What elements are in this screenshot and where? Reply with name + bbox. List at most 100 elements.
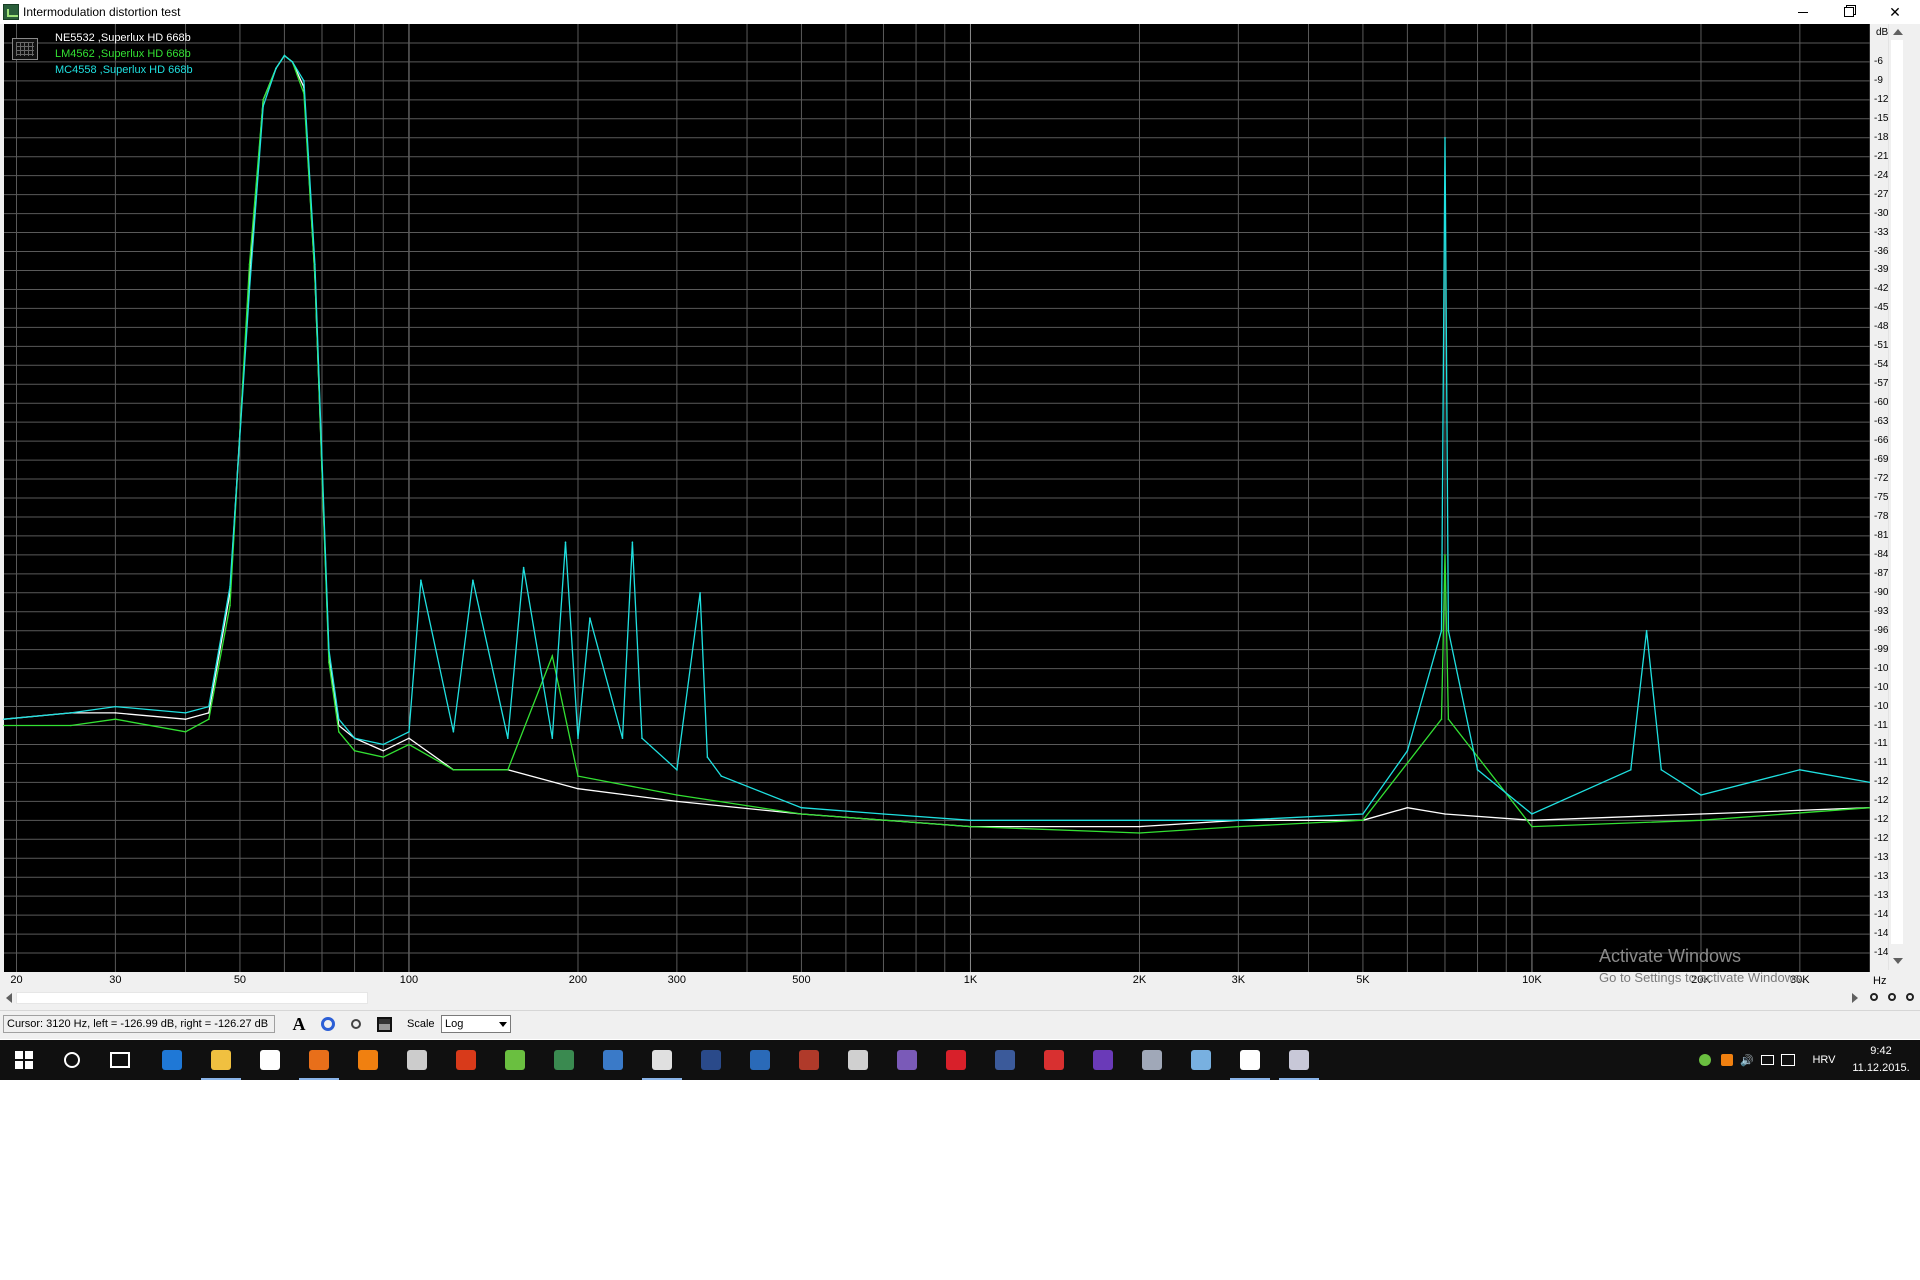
taskbar-app-app-blade[interactable] [393,1040,441,1080]
spectrum-chart[interactable] [0,24,1870,974]
taskbar-app-app-bag[interactable] [785,1040,833,1080]
series-point [621,737,624,739]
series-point [551,737,554,739]
save-icon[interactable] [372,1013,396,1035]
taskbar-app-calculator[interactable] [834,1040,882,1080]
y-tick-label: -54 [1874,359,1889,371]
legend-item-lm4562: LM4562 ,Superlux HD 668b [55,48,191,60]
y-tick-label: -12 [1874,93,1889,105]
scale-select[interactable]: Log [441,1015,511,1033]
series-point [229,585,231,588]
zoom-reset-icon[interactable] [1902,989,1918,1005]
series-point [338,718,340,720]
horizontal-scrollbar[interactable] [0,990,1864,1006]
refresh-icon[interactable] [316,1013,340,1035]
scroll-left-arrow-icon[interactable] [6,993,12,1003]
status-bar: Cursor: 3120 Hz, left = -126.99 dB, righ… [0,1010,1920,1039]
close-button[interactable]: ✕ [1872,0,1918,24]
series-point [969,819,972,822]
app-keys-icon [603,1050,623,1070]
series-point [1660,769,1663,771]
vertical-scroll-thumb[interactable] [1891,40,1903,944]
series-point [1362,819,1364,822]
y-tick-label: -66 [1874,435,1889,447]
series-point [328,661,330,664]
taskbar-app-facebook[interactable] [981,1040,1029,1080]
restore-button[interactable] [1826,0,1872,24]
y-tick-label: -9 [1874,74,1883,86]
taskbar-app-app-paper[interactable] [1177,1040,1225,1080]
x-tick-label: 3K [1231,974,1246,986]
y-tick-label: -18 [1874,131,1889,143]
series-point [720,775,723,777]
x-tick-label: 300 [667,974,687,986]
horizontal-scroll-thumb[interactable] [16,992,368,1004]
y-tick-label: -15 [1874,112,1889,124]
scroll-up-arrow-icon[interactable] [1893,29,1903,35]
series-point [291,61,294,63]
tray-vlc-icon[interactable] [1718,1040,1736,1080]
series-point [577,775,579,777]
taskbar-app-app-fox[interactable] [638,1040,686,1080]
task-view-button[interactable] [96,1040,144,1080]
y-tick-label: -39 [1874,264,1889,276]
series-point [1138,832,1141,834]
legend-grid-icon[interactable] [12,38,38,60]
tray-volume-icon[interactable]: 🔊 [1738,1040,1756,1080]
series-point [1444,137,1446,139]
search-button[interactable] [48,1040,96,1080]
taskbar-app-steam[interactable] [736,1040,784,1080]
taskbar-app-firefox[interactable] [295,1040,343,1080]
taskbar-app-file-explorer[interactable] [197,1040,245,1080]
taskbar-app-app-keys[interactable] [589,1040,637,1080]
taskbar-app-app-document[interactable] [1226,1040,1274,1080]
taskbar-app-app-red[interactable] [932,1040,980,1080]
taskbar-app-store[interactable] [246,1040,294,1080]
taskbar-app-vlc[interactable] [344,1040,392,1080]
minimize-button[interactable] [1780,0,1826,24]
taskbar-app-utorrent[interactable] [491,1040,539,1080]
zoom-out-horizontal-icon[interactable] [1884,989,1900,1005]
y-axis-unit: dB [1876,27,1889,38]
taskbar-app-viber[interactable] [883,1040,931,1080]
x-axis-unit: Hz [1873,975,1887,987]
y-tick-label: -84 [1874,548,1889,560]
y-tick-label: -21 [1874,150,1889,162]
series-point [1440,718,1443,720]
y-tick-label: -99 [1874,643,1889,655]
font-button[interactable]: A [287,1013,311,1035]
y-tick-label: -72 [1874,473,1889,485]
taskbar-app-app-green-box[interactable] [540,1040,588,1080]
tray-clock[interactable]: 9:42 11.12.2015. [1850,1043,1912,1077]
taskbar-app-app-paint[interactable] [1275,1040,1323,1080]
zoom-in-horizontal-icon[interactable] [1866,989,1882,1005]
x-tick-label: 500 [792,974,811,986]
x-tick-label: 2K [1132,974,1147,986]
taskbar-app-app-purple[interactable] [1079,1040,1127,1080]
scroll-down-arrow-icon[interactable] [1893,958,1903,964]
tray-network-icon[interactable] [1758,1040,1776,1080]
taskbar-app-app-network[interactable] [1128,1040,1176,1080]
series-point [1531,819,1533,822]
series-point [1531,813,1533,815]
series-point [1444,813,1446,815]
scroll-right-arrow-icon[interactable] [1852,993,1858,1003]
tray-utorrent-icon[interactable] [1696,1040,1714,1080]
app-paint-icon [1289,1050,1309,1070]
taskbar-app-edge[interactable] [148,1040,196,1080]
zoom-icon[interactable] [344,1013,368,1035]
series-point [577,737,579,739]
start-button[interactable] [0,1040,48,1080]
series-point [564,541,567,543]
tray-language[interactable]: HRV [1806,1040,1842,1080]
taskbar-app-app-flame[interactable] [442,1040,490,1080]
title-bar[interactable]: Intermodulation distortion test ✕ [0,0,1920,24]
taskbar-app-app-l[interactable] [687,1040,735,1080]
series-point [408,737,410,739]
series-point [262,105,265,107]
vertical-scrollbar[interactable] [1888,24,1905,970]
tray-notifications-icon[interactable] [1778,1040,1798,1080]
series-point [1406,806,1409,809]
series-point [184,718,187,720]
taskbar-app-app-feather[interactable] [1030,1040,1078,1080]
